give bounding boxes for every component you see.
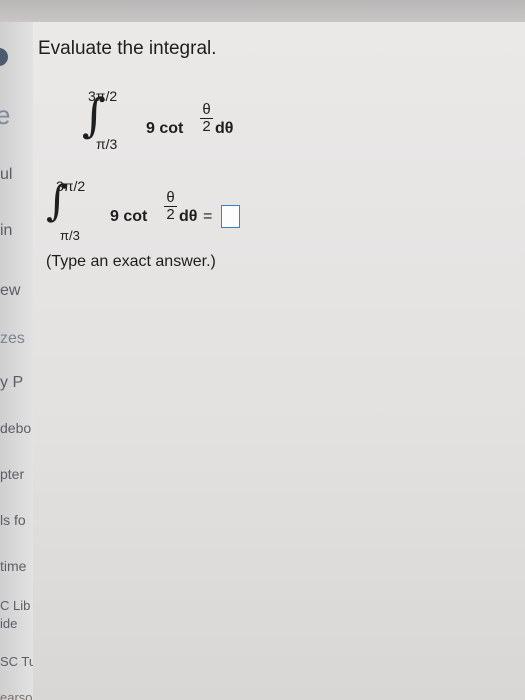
sidebar-item-fragment[interactable]: ew bbox=[0, 282, 20, 300]
integral-expression: ∫ 3π/2 π/3 9 cot θ 2 dθ bbox=[82, 88, 262, 158]
sidebar-item-fragment[interactable]: debo bbox=[0, 420, 31, 436]
integrand-fraction: θ 2 bbox=[164, 190, 177, 223]
integral-upper-limit: 3π/2 bbox=[88, 88, 118, 104]
sidebar-item-fragment[interactable]: ide bbox=[0, 616, 17, 631]
integral-lower-limit: π/3 bbox=[60, 228, 80, 243]
sidebar-item-fragment[interactable]: pter bbox=[0, 466, 24, 482]
fraction-numerator: θ bbox=[202, 101, 211, 118]
integral-differential: dθ bbox=[179, 208, 198, 225]
question-title: Evaluate the integral. bbox=[38, 38, 217, 59]
sidebar-item-fragment[interactable]: SC Tu bbox=[0, 654, 33, 669]
sidebar-item-fragment[interactable]: zes bbox=[0, 330, 25, 348]
integral-differential: dθ bbox=[215, 120, 234, 137]
sidebar-item-fragment[interactable]: C Lib bbox=[0, 598, 30, 613]
sidebar-item-fragment[interactable]: time bbox=[0, 558, 26, 574]
sidebar-item-fragment[interactable]: earson bbox=[0, 690, 33, 700]
fraction-numerator: θ bbox=[166, 189, 175, 206]
answer-row: ∫ 3π/2 π/3 9 cot θ 2 dθ = bbox=[46, 176, 266, 248]
sidebar-item-fragment[interactable]: in bbox=[0, 222, 12, 240]
sidebar-item-fragment[interactable]: ul bbox=[0, 166, 12, 184]
window-top-strip bbox=[0, 0, 525, 22]
integrand-coefficient: 9 cot bbox=[146, 120, 184, 137]
sidebar-item-fragment[interactable]: ls fo bbox=[0, 512, 26, 528]
left-sidebar: e ul in ew zes y P debo pter ls fo time … bbox=[0, 22, 34, 700]
sidebar-logo-fragment: e bbox=[0, 100, 10, 131]
answer-input[interactable] bbox=[221, 205, 240, 228]
integrand-fraction: θ 2 bbox=[200, 102, 213, 135]
integral-upper-limit: 3π/2 bbox=[56, 178, 86, 194]
fraction-denominator: 2 bbox=[166, 206, 175, 223]
answer-instruction: (Type an exact answer.) bbox=[46, 253, 216, 270]
fraction-denominator: 2 bbox=[202, 118, 211, 135]
sidebar-circle-icon bbox=[0, 48, 8, 66]
integral-lower-limit: π/3 bbox=[96, 136, 118, 152]
equals-sign: = bbox=[203, 208, 213, 225]
integrand-coefficient: 9 cot bbox=[110, 208, 148, 225]
sidebar-item-fragment[interactable]: y P bbox=[0, 374, 23, 392]
